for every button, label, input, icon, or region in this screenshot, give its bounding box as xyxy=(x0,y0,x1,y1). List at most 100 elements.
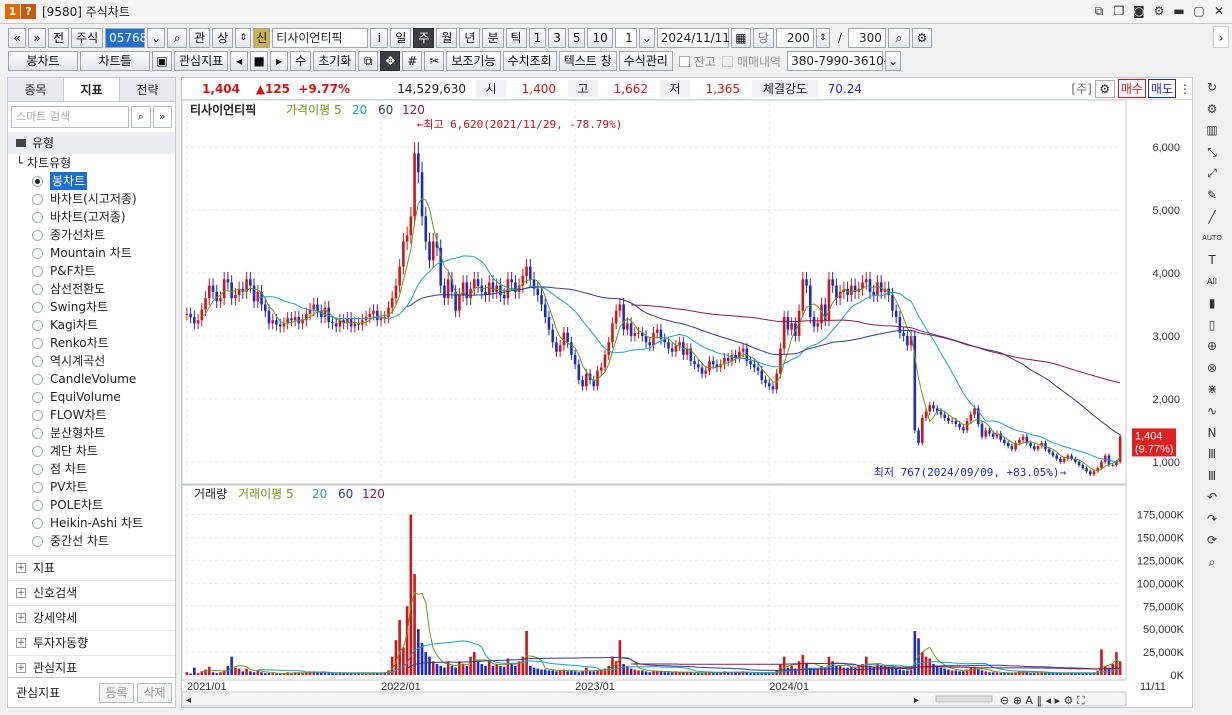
radio-icon[interactable] xyxy=(32,373,43,385)
period-day-tab[interactable]: 일 xyxy=(390,28,412,48)
candle-icon[interactable]: ▮ xyxy=(1201,293,1223,315)
chart-type-option[interactable]: EquiVolume xyxy=(16,388,175,406)
radio-icon[interactable] xyxy=(32,265,43,277)
settings-icon[interactable]: ⚙ xyxy=(1152,4,1166,18)
chart-type-option[interactable]: 중간선 차트 xyxy=(16,532,175,550)
nav-up-button[interactable]: » xyxy=(28,28,46,48)
stock-code-input[interactable]: 057680 xyxy=(105,28,155,48)
num-3-button[interactable]: 3 xyxy=(548,28,566,48)
calendar-icon[interactable]: ▦ xyxy=(730,28,751,48)
magnify-icon[interactable]: ⌕ xyxy=(1201,552,1223,574)
radio-icon[interactable] xyxy=(32,283,43,295)
radio-icon[interactable] xyxy=(32,175,43,187)
chart-type-option[interactable]: 분산형차트 xyxy=(16,424,175,442)
radio-icon[interactable] xyxy=(32,319,43,331)
reset-button[interactable]: 초기화 xyxy=(313,51,357,71)
account-dropdown-icon[interactable]: ⌄ xyxy=(885,51,902,71)
tab-indicators[interactable]: 지표 xyxy=(64,78,120,101)
save-icon[interactable]: ▣ xyxy=(152,51,172,71)
arrow-right-icon[interactable]: ▸ xyxy=(270,51,289,71)
expand-icon[interactable]: » xyxy=(152,106,172,128)
scissors-icon[interactable]: ✂ xyxy=(424,51,445,71)
period-year-tab[interactable]: 년 xyxy=(459,28,481,48)
search-icon[interactable]: ⌕ xyxy=(167,28,188,48)
expand-plus-icon[interactable]: + xyxy=(16,613,26,623)
radio-icon[interactable] xyxy=(32,445,43,457)
chart-type-button[interactable]: 봉차트 xyxy=(8,51,78,71)
info-button[interactable]: i xyxy=(370,28,389,48)
smart-search-input[interactable]: 스마트 검색 xyxy=(11,106,130,128)
gwan-button[interactable]: 관 xyxy=(189,28,211,48)
camera-icon[interactable]: ◙ xyxy=(1132,4,1146,18)
count-spin-icon[interactable]: ⇕ xyxy=(815,28,830,48)
radio-icon[interactable] xyxy=(32,535,43,547)
wave-icon[interactable]: ∿ xyxy=(1201,401,1223,423)
trend-tool-2-icon[interactable]: ⤢ xyxy=(1201,163,1223,185)
radio-icon[interactable] xyxy=(32,337,43,349)
numeric-button[interactable]: 수치조회 xyxy=(502,51,557,71)
buy-button[interactable]: 매수 xyxy=(1117,79,1146,98)
category-item[interactable]: + 투자자동향 xyxy=(8,630,175,655)
num-value-input[interactable]: 1 xyxy=(614,28,637,48)
chart-type-option[interactable]: CandleVolume xyxy=(16,370,175,388)
radio-icon[interactable] xyxy=(32,355,43,367)
category-item[interactable]: + 강세약세 xyxy=(8,605,175,630)
radio-icon[interactable] xyxy=(32,229,43,241)
radio-icon[interactable] xyxy=(32,427,43,439)
chart-type-option[interactable]: Renko차트 xyxy=(16,334,175,352)
chart-type-option[interactable]: 점 차트 xyxy=(16,460,175,478)
expand-plus-icon[interactable]: + xyxy=(16,563,26,573)
redo-icon[interactable]: ↷ xyxy=(1201,509,1223,531)
chart-type-option[interactable]: POLE차트 xyxy=(16,496,175,514)
chart-type-option[interactable]: Heikin-Ashi 차트 xyxy=(16,514,175,532)
radio-icon[interactable] xyxy=(32,517,43,529)
tab-stocks[interactable]: 종목 xyxy=(8,78,64,101)
num-10-button[interactable]: 10 xyxy=(587,28,613,48)
chart-type-option[interactable]: 종가선차트 xyxy=(16,226,175,244)
chart-type-option[interactable]: Mountain 차트 xyxy=(16,244,175,262)
account-select[interactable]: 380-7990-3610-1 xyxy=(787,51,896,71)
trend-tool-icon[interactable]: ⤡ xyxy=(1201,142,1223,164)
config-icon[interactable]: ⚙ xyxy=(1201,99,1223,121)
chart-type-option[interactable]: 바차트(시고저종) xyxy=(16,190,175,208)
chart-type-option[interactable]: Swing차트 xyxy=(16,298,175,316)
text-tool-icon[interactable]: T xyxy=(1201,250,1223,272)
panel-search-icon[interactable]: ⌕ xyxy=(131,106,151,128)
bars-icon[interactable]: Ⅲ xyxy=(1201,444,1223,466)
arrow-left-icon[interactable]: ◂ xyxy=(230,51,249,71)
date-input[interactable]: 2024/11/11 xyxy=(656,28,730,48)
chart-type-option[interactable]: P&F차트 xyxy=(16,262,175,280)
chart-type-option[interactable]: 계단 차트 xyxy=(16,442,175,460)
category-item[interactable]: + 지표 xyxy=(8,555,175,580)
expand-plus-icon[interactable]: + xyxy=(16,663,26,673)
bars-2-icon[interactable]: Ⅲ xyxy=(1201,466,1223,488)
crosshair-icon[interactable]: ✥ xyxy=(380,51,401,71)
minimize-icon[interactable]: ▬ xyxy=(1172,4,1186,18)
chart-type-option[interactable]: FLOW차트 xyxy=(16,406,175,424)
candle-2-icon[interactable]: ▯ xyxy=(1201,315,1223,337)
stop-icon[interactable]: ■ xyxy=(250,51,269,71)
undo-icon[interactable]: ↶ xyxy=(1201,487,1223,509)
radio-icon[interactable] xyxy=(32,301,43,313)
cycle-icon[interactable]: ⟳ xyxy=(1201,530,1223,552)
total-input[interactable]: 300 xyxy=(847,28,886,48)
count-input[interactable]: 200 xyxy=(775,28,814,48)
chart-settings-icon[interactable]: ⚙ xyxy=(1094,79,1115,98)
chart-type-option[interactable]: 삼선전환도 xyxy=(16,280,175,298)
all-icon[interactable]: All xyxy=(1201,271,1223,293)
zoom-in-icon[interactable]: ⊕ xyxy=(1201,336,1223,358)
text-window-button[interactable]: 텍스트 창 xyxy=(558,51,617,71)
zoom-tool-icon[interactable]: ⊗ xyxy=(1201,358,1223,380)
radio-icon[interactable] xyxy=(32,193,43,205)
chart-type-option[interactable]: 봉차트 xyxy=(16,172,175,190)
fibo-icon[interactable]: ⋇ xyxy=(1201,379,1223,401)
category-item[interactable]: + 신호검색 xyxy=(8,580,175,605)
refresh-icon[interactable]: ↻ xyxy=(1201,77,1223,99)
aux-button[interactable]: 보조기능 xyxy=(446,51,501,71)
period-minute-tab[interactable]: 분 xyxy=(482,28,504,48)
link-icon[interactable]: ⧉ xyxy=(1092,4,1106,18)
interest-indicator-button[interactable]: 관심지표 xyxy=(174,51,229,71)
radio-icon[interactable] xyxy=(32,391,43,403)
chart-type-option[interactable]: 바차트(고저종) xyxy=(16,208,175,226)
chart-type-option[interactable]: PV차트 xyxy=(16,478,175,496)
